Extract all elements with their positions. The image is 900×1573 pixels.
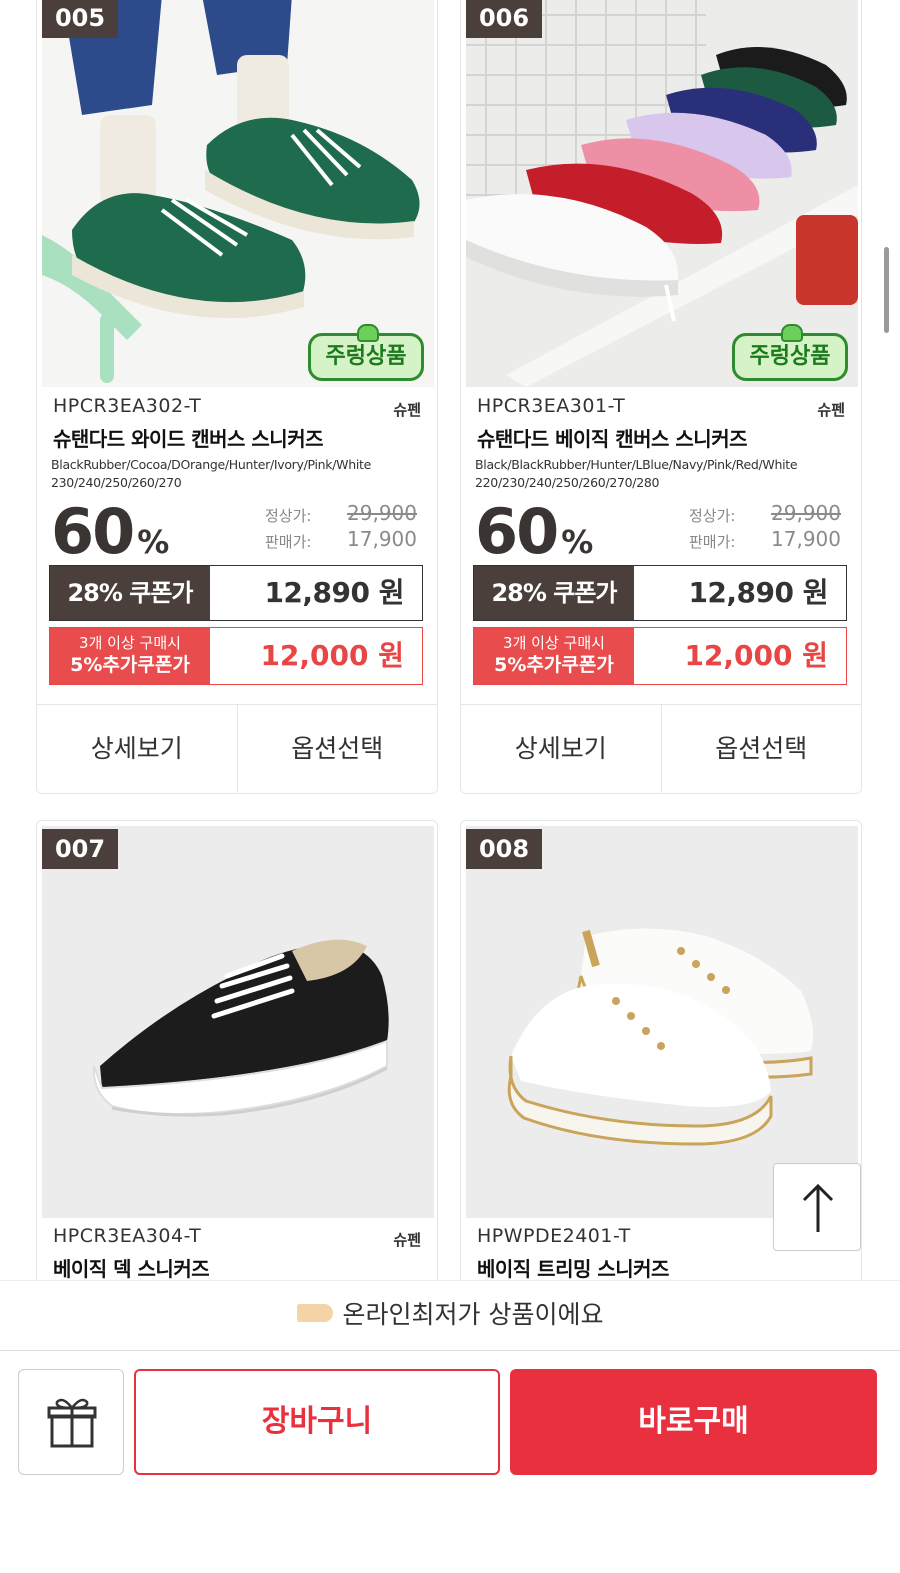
extra-coupon-title: 5%추가쿠폰가 — [70, 654, 190, 676]
product-image[interactable]: 주렁상품 — [42, 0, 434, 387]
scrollbar-thumb[interactable] — [884, 247, 889, 333]
brand-name: 슈펜 — [393, 1231, 421, 1249]
discount-value: 60 — [51, 495, 135, 568]
white-trimming-sneaker-image — [466, 826, 858, 1218]
buy-now-button[interactable]: 바로구매 — [510, 1369, 877, 1475]
product-name: 베이직 트리밍 스니커즈 — [477, 1257, 669, 1280]
product-name: 베이직 덱 스니커즈 — [53, 1257, 210, 1280]
extra-coupon-box: 3개 이상 구매시 5%추가쿠폰가 12,000 원 — [49, 627, 423, 685]
color-options: BlackRubber/Cocoa/DOrange/Hunter/Ivory/P… — [51, 457, 371, 472]
regular-price: 29,900 — [771, 501, 841, 525]
bottom-action-bar: 장바구니 바로구매 — [0, 1350, 900, 1573]
regular-price-label: 정상가: — [689, 507, 736, 525]
extra-coupon-label: 3개 이상 구매시 5%추가쿠폰가 — [474, 628, 634, 684]
discount-unit: % — [137, 523, 170, 561]
extra-coupon-condition: 3개 이상 구매시 — [503, 634, 605, 652]
scroll-to-top-button[interactable] — [773, 1163, 861, 1251]
option-select-button[interactable]: 옵션선택 — [660, 705, 862, 793]
product-number: 007 — [42, 829, 118, 869]
sale-price-label: 판매가: — [265, 533, 312, 551]
card-actions: 상세보기 옵션선택 — [37, 704, 438, 793]
product-image[interactable]: 주렁상품 — [466, 0, 858, 387]
sale-price-label: 판매가: — [689, 533, 736, 551]
extra-coupon-condition: 3개 이상 구매시 — [79, 634, 181, 652]
featured-badge: 주렁상품 — [308, 324, 424, 381]
product-image[interactable] — [466, 826, 858, 1218]
add-to-cart-button[interactable]: 장바구니 — [134, 1369, 500, 1475]
product-code: HPCR3EA302-T — [53, 395, 202, 417]
extra-coupon-price: 12,000 원 — [260, 639, 404, 672]
product-card-005[interactable]: 주렁상품 005 HPCR3EA302-T 슈펜 슈탠다드 와이드 캔버스 스니… — [36, 0, 438, 794]
lowest-price-notice: 온라인최저가 상품이에요 — [0, 1280, 900, 1350]
product-code: HPWPDE2401-T — [477, 1225, 631, 1247]
color-options: Black/BlackRubber/Hunter/LBlue/Navy/Pink… — [475, 457, 798, 472]
coupon-price: 12,890 원 — [264, 576, 404, 609]
detail-button[interactable]: 상세보기 — [37, 705, 237, 793]
product-name: 슈탠다드 베이직 캔버스 스니커즈 — [477, 427, 748, 451]
black-deck-sneaker-image — [42, 826, 434, 1218]
product-card-007[interactable]: 007 HPCR3EA304-T 슈펜 베이직 덱 스니커즈 — [36, 820, 438, 1280]
extra-coupon-label: 3개 이상 구매시 5%추가쿠폰가 — [50, 628, 210, 684]
extra-coupon-price: 12,000 원 — [684, 639, 828, 672]
regular-price: 29,900 — [347, 501, 417, 525]
product-code: HPCR3EA304-T — [53, 1225, 202, 1247]
coupon-label: 28% 쿠폰가 — [474, 566, 634, 620]
extra-coupon-box: 3개 이상 구매시 5%추가쿠폰가 12,000 원 — [473, 627, 847, 685]
brand-name: 슈펜 — [393, 401, 421, 419]
coupon-label: 28% 쿠폰가 — [50, 566, 210, 620]
arrow-up-icon — [802, 1183, 834, 1232]
notice-text: 온라인최저가 상품이에요 — [342, 1300, 604, 1329]
product-image[interactable] — [42, 826, 434, 1218]
sale-price: 17,900 — [347, 527, 417, 551]
product-number: 008 — [466, 829, 542, 869]
extra-coupon-title: 5%추가쿠폰가 — [494, 654, 614, 676]
card-actions: 상세보기 옵션선택 — [461, 704, 862, 793]
product-card-006[interactable]: 주렁상품 006 HPCR3EA301-T 슈펜 슈탠다드 베이직 캔버스 스니… — [460, 0, 862, 794]
detail-button[interactable]: 상세보기 — [461, 705, 661, 793]
gift-button[interactable] — [18, 1369, 124, 1475]
discount-rate: 60% — [475, 495, 593, 568]
size-options: 220/230/240/250/260/270/280 — [475, 475, 660, 490]
product-number: 006 — [466, 0, 542, 38]
size-options: 230/240/250/260/270 — [51, 475, 182, 490]
option-select-button[interactable]: 옵션선택 — [236, 705, 438, 793]
discount-unit: % — [561, 523, 594, 561]
product-code: HPCR3EA301-T — [477, 395, 626, 417]
brand-name: 슈펜 — [817, 401, 845, 419]
price-tag-icon — [296, 1304, 333, 1322]
featured-badge: 주렁상품 — [732, 324, 848, 381]
discount-rate: 60% — [51, 495, 169, 568]
coupon-price-box: 28% 쿠폰가 12,890 원 — [49, 565, 423, 621]
sale-price: 17,900 — [771, 527, 841, 551]
product-name: 슈탠다드 와이드 캔버스 스니커즈 — [53, 427, 324, 451]
regular-price-label: 정상가: — [265, 507, 312, 525]
coupon-price: 12,890 원 — [688, 576, 828, 609]
coupon-price-box: 28% 쿠폰가 12,890 원 — [473, 565, 847, 621]
discount-value: 60 — [475, 495, 559, 568]
product-number: 005 — [42, 0, 118, 38]
gift-icon — [47, 1398, 97, 1448]
